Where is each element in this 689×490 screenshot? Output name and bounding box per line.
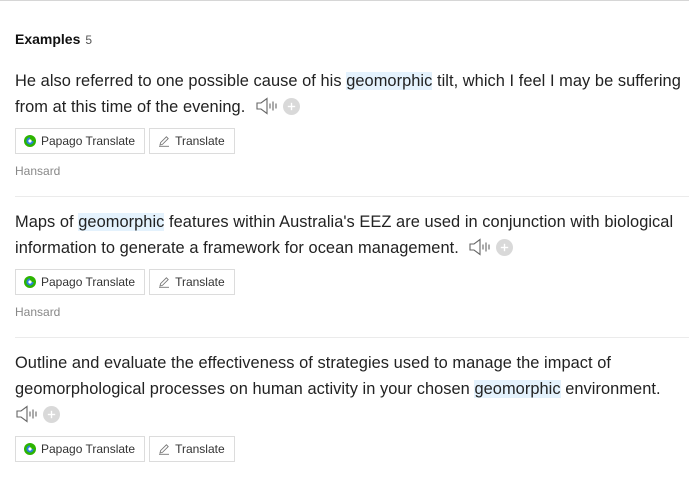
example-sentence: Outline and evaluate the effectiveness o… bbox=[15, 350, 689, 428]
translate-label: Translate bbox=[175, 275, 225, 289]
example-source: Hansard bbox=[15, 164, 61, 178]
example-item: Maps of geomorphic features within Austr… bbox=[15, 209, 689, 319]
highlighted-term: geomorphic bbox=[78, 213, 165, 231]
add-plus-icon[interactable] bbox=[282, 97, 300, 116]
pen-icon bbox=[158, 135, 170, 147]
add-plus-icon[interactable] bbox=[496, 238, 514, 257]
papago-translate-button[interactable]: Papago Translate bbox=[15, 436, 146, 462]
papago-logo-icon bbox=[24, 276, 36, 288]
translate-buttons: Papago Translate Translate bbox=[15, 436, 689, 462]
examples-title: Examples bbox=[15, 31, 81, 47]
papago-translate-button[interactable]: Papago Translate bbox=[15, 128, 146, 154]
translate-label: Translate bbox=[175, 442, 225, 456]
sentence-text: environment. bbox=[560, 380, 661, 398]
examples-header: Examples 5 bbox=[15, 31, 92, 49]
divider bbox=[15, 337, 689, 338]
example-item: Outline and evaluate the effectiveness o… bbox=[15, 350, 689, 462]
translate-button[interactable]: Translate bbox=[149, 269, 235, 295]
example-sentence: He also referred to one possible cause o… bbox=[15, 68, 689, 120]
add-plus-icon[interactable] bbox=[43, 405, 60, 424]
speaker-icon[interactable] bbox=[15, 405, 39, 423]
papago-logo-icon bbox=[24, 135, 36, 147]
top-border bbox=[0, 0, 689, 1]
papago-translate-label: Papago Translate bbox=[41, 134, 136, 148]
sentence-text: He also referred to one possible cause o… bbox=[15, 72, 347, 90]
translate-buttons: Papago Translate Translate bbox=[15, 128, 689, 154]
examples-count: 5 bbox=[85, 33, 93, 47]
example-sentence: Maps of geomorphic features within Austr… bbox=[15, 209, 689, 261]
example-item: He also referred to one possible cause o… bbox=[15, 68, 689, 178]
translate-button[interactable]: Translate bbox=[149, 436, 235, 462]
papago-translate-label: Papago Translate bbox=[41, 275, 136, 289]
speaker-icon[interactable] bbox=[255, 97, 279, 115]
speaker-icon[interactable] bbox=[468, 238, 492, 256]
papago-translate-label: Papago Translate bbox=[41, 442, 136, 456]
translate-buttons: Papago Translate Translate bbox=[15, 269, 689, 295]
divider bbox=[15, 196, 689, 197]
papago-logo-icon bbox=[24, 443, 36, 455]
highlighted-term: geomorphic bbox=[474, 380, 561, 398]
example-source: Hansard bbox=[15, 305, 61, 319]
translate-button[interactable]: Translate bbox=[149, 128, 235, 154]
pen-icon bbox=[158, 443, 170, 455]
papago-translate-button[interactable]: Papago Translate bbox=[15, 269, 146, 295]
translate-label: Translate bbox=[175, 134, 225, 148]
pen-icon bbox=[158, 276, 170, 288]
highlighted-term: geomorphic bbox=[346, 72, 433, 90]
sentence-text: Maps of bbox=[15, 213, 79, 231]
